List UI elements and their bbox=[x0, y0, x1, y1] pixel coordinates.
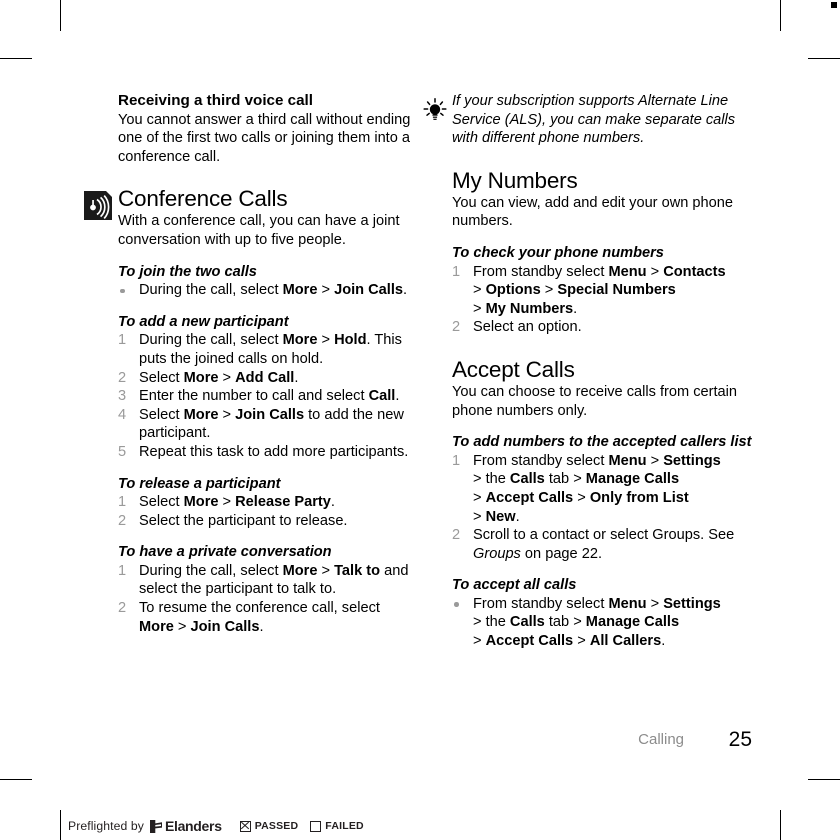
list-item: 5 Repeat this task to add more participan… bbox=[118, 443, 418, 462]
right-column: If your subscription supports Alternate … bbox=[423, 92, 752, 651]
step-list-add-new-participant: 1 During the call, select More > Hold. Th… bbox=[118, 331, 418, 461]
list-item: 2 Scroll to a contact or select Groups. S… bbox=[452, 526, 752, 563]
heading-receiving-third-voice-call: Receiving a third voice call bbox=[118, 92, 313, 109]
list-step-number: 1 bbox=[118, 562, 127, 579]
list-item-text: Enter the number to call and select Call… bbox=[139, 388, 400, 405]
task-title-accept-all-calls: To accept all calls bbox=[452, 577, 577, 594]
task-title-add-accepted-callers: To add numbers to the accepted callers l… bbox=[452, 434, 752, 451]
list-item-text: During the call, select More > Hold. Thi… bbox=[139, 332, 402, 367]
page-title-my-numbers: My Numbers bbox=[452, 167, 578, 193]
broadcast-icon bbox=[84, 191, 112, 220]
list-item: 2 Select the participant to release. bbox=[118, 512, 418, 531]
list-item-text: From standby select Menu > Contacts > Opt… bbox=[473, 263, 726, 317]
task-title-release-participant: To release a participant bbox=[118, 475, 281, 492]
page-title-accept-calls: Accept Calls bbox=[452, 356, 575, 382]
list-item-text: From standby select Menu > Settings > the… bbox=[473, 595, 721, 650]
list-item-text: Select the participant to release. bbox=[139, 512, 348, 529]
preflight-failed-check: FAILED bbox=[310, 820, 364, 832]
list-step-number: 2 bbox=[118, 369, 127, 386]
step-list-accept-all-calls: From standby select Menu > Settings > the… bbox=[452, 595, 752, 651]
list-item-text: During the call, select More > Talk to a… bbox=[139, 562, 409, 598]
footer-page-number: 25 bbox=[728, 728, 752, 751]
list-item: 1 During the call, select More > Hold. Th… bbox=[118, 331, 418, 368]
tip-text: If your subscription supports Alternate … bbox=[452, 93, 736, 147]
preflight-passed-label: PASSED bbox=[254, 820, 299, 832]
step-list-add-accepted-callers: 1 From standby select Menu > Settings > th… bbox=[452, 452, 752, 564]
list-item-text: Scroll to a contact or select Groups. Se… bbox=[473, 527, 735, 562]
list-item: From standby select Menu > Settings > the… bbox=[452, 595, 752, 651]
page-title-conference-calls: Conference Calls bbox=[118, 186, 288, 212]
list-item-text: Select More > Release Party. bbox=[139, 494, 335, 511]
step-list-check-phone-numbers: 1 From standby select Menu > Contacts > Op… bbox=[452, 263, 752, 337]
preflight-bar: Preflighted by Elanders PASSED FAILED bbox=[68, 816, 376, 836]
list-item: 1 During the call, select More > Talk to … bbox=[118, 562, 418, 599]
list-step-number: 1 bbox=[452, 263, 461, 280]
elanders-logo-icon bbox=[149, 819, 162, 833]
preflight-failed-label: FAILED bbox=[325, 820, 364, 832]
list-item-text: During the call, select More > Join Call… bbox=[139, 282, 408, 299]
checkbox-failed bbox=[310, 820, 322, 832]
paragraph-receiving-third-voice-call: You cannot answer a third call without e… bbox=[118, 111, 411, 165]
list-item: 2 Select an option. bbox=[452, 318, 752, 337]
left-column: Receiving a third voice call You cannot … bbox=[118, 92, 418, 636]
lightbulb-icon bbox=[422, 98, 448, 122]
step-list-join-two-calls: During the call, select More > Join Call… bbox=[118, 281, 418, 300]
list-step-number: 2 bbox=[118, 600, 127, 617]
list-item: 1 From standby select Menu > Contacts > Op… bbox=[452, 263, 752, 319]
list-step-number: 2 bbox=[118, 512, 127, 529]
checkbox-passed bbox=[239, 820, 251, 832]
manual-page: Receiving a third voice call You cannot … bbox=[0, 0, 840, 840]
list-bullet bbox=[120, 288, 125, 294]
paragraph-conference-calls-intro: With a conference call, you can have a j… bbox=[118, 213, 400, 248]
list-step-number: 5 bbox=[118, 443, 127, 460]
list-step-number: 4 bbox=[118, 406, 127, 423]
list-step-number: 1 bbox=[452, 452, 461, 469]
list-step-number: 3 bbox=[118, 388, 127, 405]
list-step-number: 1 bbox=[118, 494, 127, 511]
list-bullet bbox=[454, 602, 459, 607]
list-item-text: Repeat this task to add more participant… bbox=[139, 443, 409, 460]
list-item: 1 Select More > Release Party. bbox=[118, 493, 418, 512]
task-title-add-new-participant: To add a new participant bbox=[118, 313, 289, 330]
list-step-number: 2 bbox=[452, 319, 461, 336]
footer-chapter-name: Calling bbox=[638, 731, 684, 748]
list-item: 3 Enter the number to call and select Cal… bbox=[118, 387, 418, 406]
task-title-join-two-calls: To join the two calls bbox=[118, 263, 257, 280]
list-step-number: 1 bbox=[118, 332, 127, 349]
step-list-private-conversation: 1 During the call, select More > Talk to … bbox=[118, 562, 418, 636]
list-item: 2 Select More > Add Call. bbox=[118, 369, 418, 388]
list-step-number: 2 bbox=[452, 527, 461, 544]
preflight-label: Preflighted by bbox=[68, 819, 144, 833]
list-item-text: Select an option. bbox=[473, 319, 582, 336]
list-item: During the call, select More > Join Call… bbox=[118, 281, 418, 300]
list-item-text: Select More > Join Calls to add the new … bbox=[139, 406, 404, 442]
task-title-check-phone-numbers: To check your phone numbers bbox=[452, 244, 664, 261]
step-list-release-participant: 1 Select More > Release Party. 2 Select the… bbox=[118, 493, 418, 530]
paragraph-accept-calls-intro: You can choose to receive calls from cer… bbox=[452, 383, 737, 419]
list-item: 4 Select More > Join Calls to add the new… bbox=[118, 406, 418, 443]
list-item: 1 From standby select Menu > Settings > th… bbox=[452, 452, 752, 526]
paragraph-my-numbers-intro: You can view, add and edit your own phon… bbox=[452, 194, 734, 230]
list-item-text: To resume the conference call, select Mo… bbox=[139, 600, 380, 635]
task-title-private-conversation: To have a private conversation bbox=[118, 544, 332, 561]
list-item-text: From standby select Menu > Settings > the… bbox=[473, 452, 721, 525]
preflight-passed-check: PASSED bbox=[239, 820, 299, 832]
page-footer: Calling 25 bbox=[118, 728, 752, 754]
list-item-text: Select More > Add Call. bbox=[139, 369, 299, 386]
elanders-logo-text: Elanders bbox=[164, 818, 222, 834]
tip-callout: If your subscription supports Alternate … bbox=[423, 92, 752, 148]
list-item: 2 To resume the conference call, select M… bbox=[118, 599, 418, 636]
